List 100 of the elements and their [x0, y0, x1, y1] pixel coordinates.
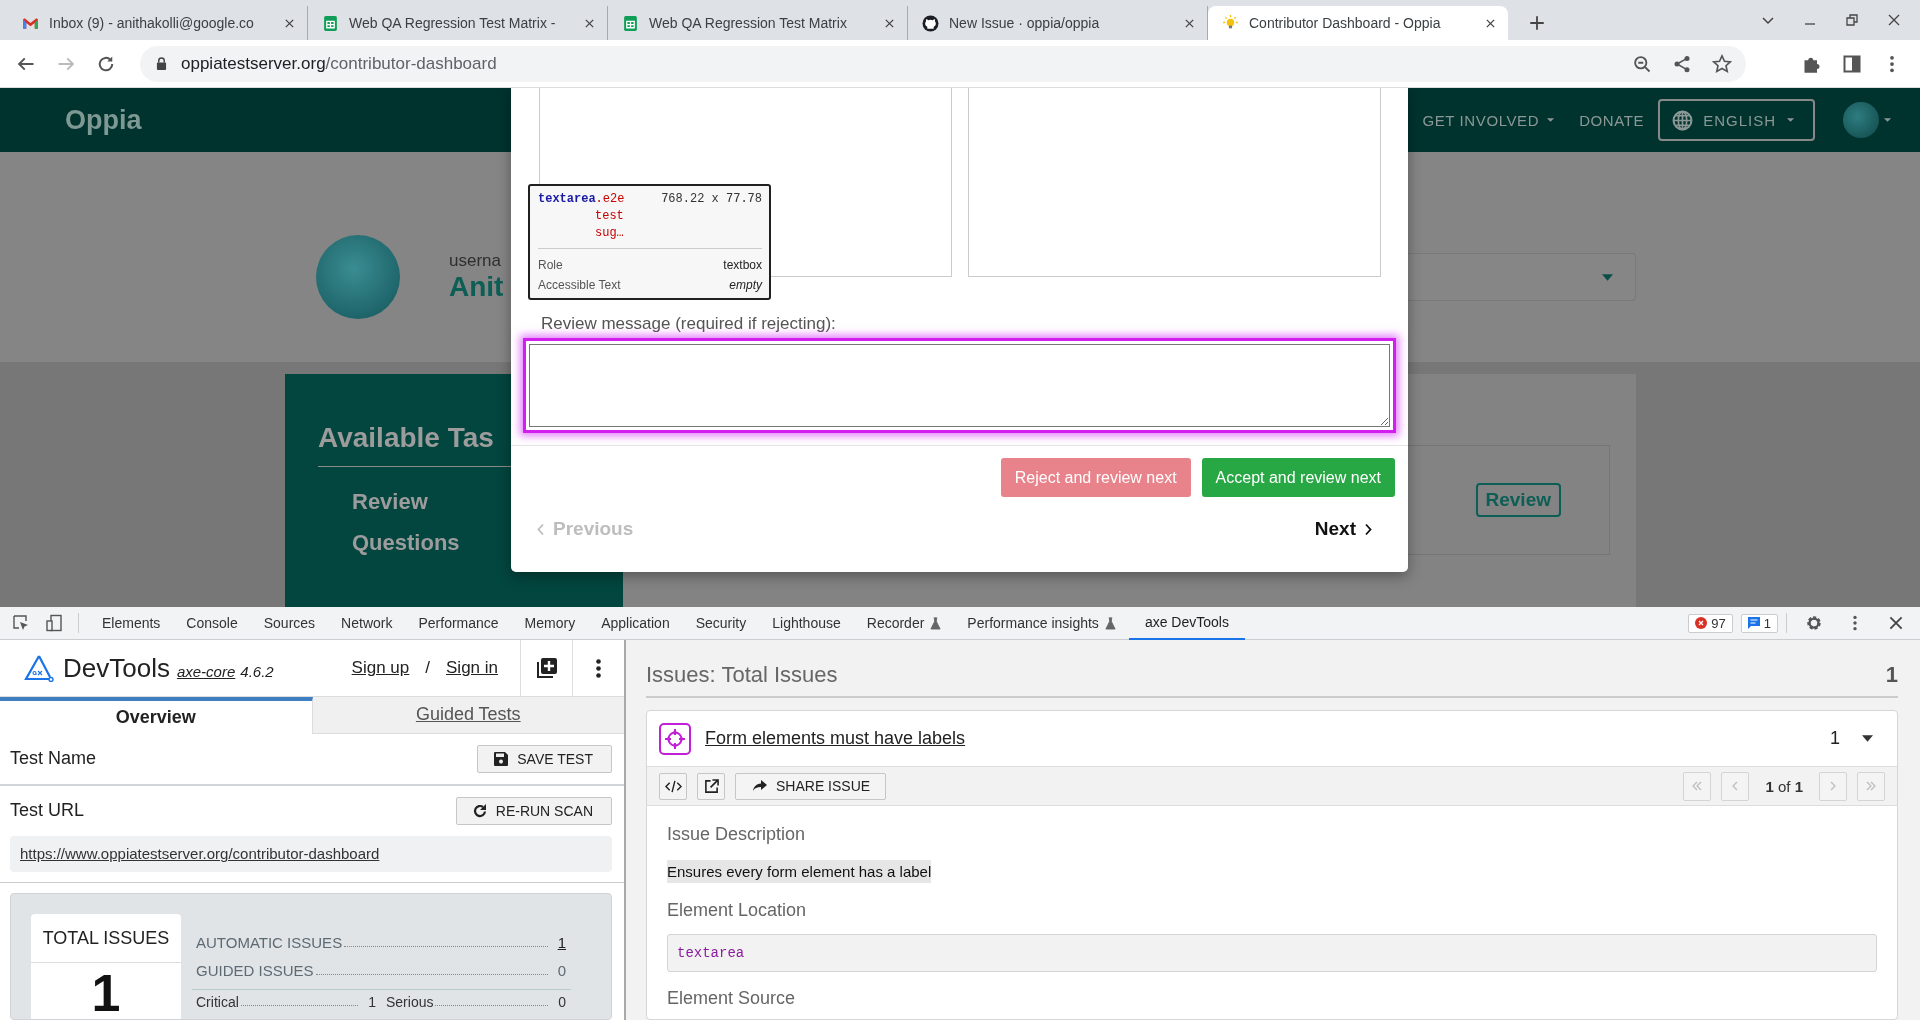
- test-url-link[interactable]: https://www.oppiatestserver.org/contributor-dashboard: [20, 845, 380, 863]
- settings-icon[interactable]: [1805, 614, 1823, 632]
- test-url-label: Test URL: [10, 800, 85, 822]
- share-icon: [753, 780, 767, 792]
- rerun-scan-button[interactable]: RE-RUN SCAN: [455, 796, 612, 825]
- spreadsheet-icon: [622, 14, 639, 32]
- property-value: textbox: [723, 257, 762, 273]
- axe-core-link[interactable]: axe-core: [176, 656, 236, 680]
- add-icon: [534, 656, 559, 680]
- field-label: Review message (required if rejecting):: [541, 314, 837, 334]
- devtools-tab[interactable]: Security: [682, 606, 760, 640]
- nav-link[interactable]: GET INVOLVED: [1410, 111, 1568, 129]
- caret-icon: [1602, 273, 1613, 281]
- section-heading: Element Location: [667, 900, 807, 921]
- avatar[interactable]: [1843, 102, 1879, 138]
- error-count-badge[interactable]: 97: [1688, 613, 1733, 633]
- test-name-label: Test Name: [10, 748, 97, 770]
- issues-heading: Issues: Total Issues: [646, 662, 838, 688]
- inspect-icon[interactable]: [12, 614, 30, 632]
- impact-label: Serious: [386, 994, 434, 1010]
- reload-icon: [472, 803, 487, 818]
- devtools-tab[interactable]: Network: [328, 606, 406, 640]
- sign-up-link[interactable]: Sign up: [351, 658, 410, 678]
- issue-title-link[interactable]: Form elements must have labels: [705, 728, 966, 749]
- chevron-right-icon: [1364, 522, 1372, 536]
- devtools-tab[interactable]: Console: [173, 606, 251, 640]
- close-icon[interactable]: [884, 17, 895, 29]
- panel-tab[interactable]: Guided Tests: [312, 697, 624, 734]
- zoom-out-icon[interactable]: [1632, 53, 1652, 74]
- separator: /: [425, 658, 430, 678]
- issue-count: 0: [557, 962, 566, 979]
- message-count-badge[interactable]: 1: [1740, 613, 1778, 633]
- issue-count: 1: [1830, 728, 1840, 749]
- product-name: DevTools: [63, 652, 170, 684]
- close-icon[interactable]: [284, 17, 295, 29]
- double-chevron-right-icon: [1865, 780, 1877, 792]
- message-icon: [1747, 617, 1760, 629]
- close-icon[interactable]: [1485, 17, 1496, 29]
- external-link-icon: [702, 778, 720, 794]
- device-icon[interactable]: [45, 614, 63, 632]
- double-chevron-left-icon: [1691, 780, 1704, 792]
- next-link[interactable]: Next: [1314, 518, 1372, 540]
- issue-type-label: GUIDED ISSUES: [196, 962, 314, 979]
- new-tab-icon[interactable]: [1528, 14, 1546, 32]
- close-icon[interactable]: [1184, 17, 1195, 29]
- property-label: Accessible Text: [538, 277, 621, 293]
- spreadsheet-icon: [322, 14, 339, 32]
- devtools-tab[interactable]: Performance: [405, 606, 512, 640]
- menu-icon: [596, 658, 601, 678]
- username-label: userna: [449, 251, 502, 271]
- sign-in-link[interactable]: Sign in: [446, 658, 498, 678]
- element-location-box: textarea: [667, 934, 1877, 972]
- browser-tab[interactable]: Contributor Dashboard - Oppia: [1208, 6, 1508, 40]
- restore-icon[interactable]: [1844, 12, 1860, 28]
- issue-type-label: AUTOMATIC ISSUES: [196, 934, 343, 951]
- close-icon[interactable]: [584, 17, 595, 29]
- devtools-tab[interactable]: Application: [588, 606, 683, 640]
- panel-tab[interactable]: Overview: [0, 697, 313, 734]
- total-title: TOTAL ISSUES: [31, 914, 181, 963]
- issue-description: Ensures every form element has a label: [667, 860, 932, 883]
- section-heading: Element Source: [667, 988, 796, 1009]
- version-label: 4.6.2: [240, 661, 274, 680]
- caret-icon[interactable]: [1862, 735, 1873, 742]
- star-icon[interactable]: [1712, 53, 1732, 74]
- target-icon: [659, 722, 691, 755]
- axe-logo-icon: [24, 654, 54, 682]
- impact-count: 1: [368, 994, 376, 1010]
- devtools-tab[interactable]: Lighthouse: [759, 606, 854, 640]
- view-code-button[interactable]: [659, 772, 687, 800]
- globe-icon: [1672, 109, 1694, 131]
- dropdown-field[interactable]: [1408, 253, 1636, 301]
- chevron-left-icon: [537, 522, 545, 536]
- property-label: Role: [538, 257, 563, 273]
- share-issue-button[interactable]: SHARE ISSUE: [735, 772, 887, 800]
- devtools-tab[interactable]: Memory: [511, 606, 589, 640]
- issue-count-link[interactable]: 1: [557, 934, 566, 951]
- lock-icon: [156, 57, 167, 70]
- devtools-tab[interactable]: Elements: [89, 606, 174, 640]
- error-icon: [1695, 617, 1708, 629]
- property-value: empty: [729, 277, 762, 293]
- element-size: 768.22 x 77.78: [661, 191, 762, 208]
- close-icon[interactable]: [1886, 12, 1902, 28]
- save-test-button[interactable]: SAVE TEST: [477, 744, 612, 773]
- impact-count: 0: [558, 994, 566, 1010]
- language-button[interactable]: ENGLISH: [1658, 99, 1815, 141]
- cat-logo-icon: [922, 14, 939, 32]
- share-icon[interactable]: [1672, 53, 1692, 74]
- devtools-tab[interactable]: Recorder: [853, 606, 955, 640]
- open-external-button[interactable]: [697, 772, 725, 800]
- task-link[interactable]: Review Questions: [352, 481, 472, 563]
- close-icon[interactable]: [1887, 614, 1905, 632]
- inspect-tooltip: textarea.e2e test sug… 768.22 x 77.78 Role textbox Accessible Text empty: [528, 184, 771, 300]
- devtools-tab[interactable]: Performance insights: [954, 606, 1129, 640]
- logo[interactable]: Oppia: [65, 104, 142, 136]
- side-panel-icon[interactable]: [1842, 53, 1862, 74]
- issues-count: 1: [1885, 662, 1898, 688]
- caret-icon: [1786, 117, 1795, 123]
- address-field[interactable]: oppiatestserver.org/contributor-dashboard: [140, 45, 1746, 82]
- nav-link[interactable]: DONATE: [1567, 111, 1657, 129]
- devtools-tab[interactable]: Sources: [250, 606, 329, 640]
